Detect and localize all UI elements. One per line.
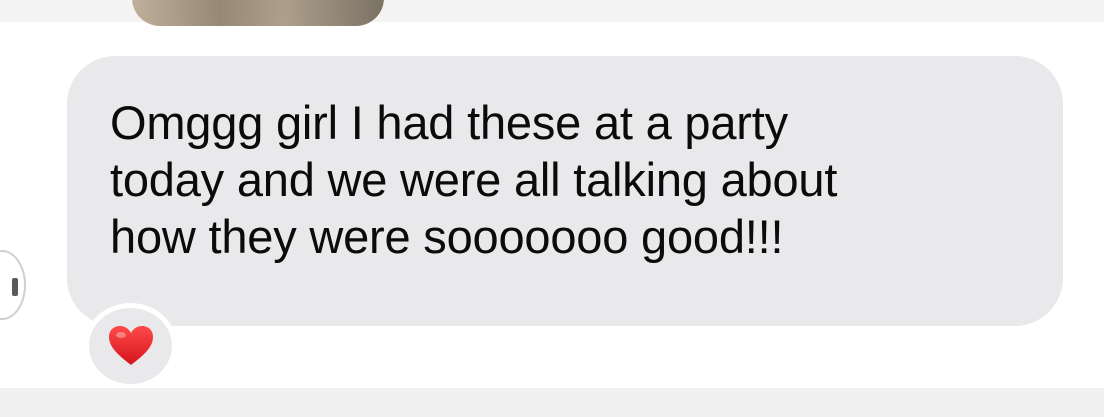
message-line-2: today and we were all talking about	[110, 153, 838, 206]
heart-reaction[interactable]	[84, 303, 177, 389]
sender-avatar[interactable]	[0, 250, 26, 320]
previous-message-image[interactable]	[132, 0, 384, 26]
message-line-1: Omggg girl I had these at a party	[110, 96, 788, 149]
message-line-3: how they were sooooooo good!!!	[110, 210, 784, 263]
chat-conversation: Omggg girl I had these at a party today …	[0, 0, 1104, 417]
red-heart-icon	[108, 326, 153, 365]
message-text: Omggg girl I had these at a party today …	[110, 94, 1050, 265]
bottom-divider	[0, 388, 1104, 417]
